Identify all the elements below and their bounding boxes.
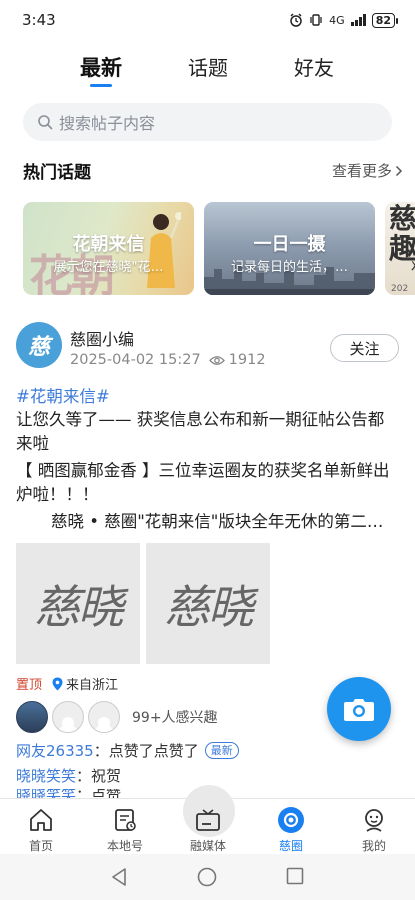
- liker-avatar-1: [16, 701, 48, 733]
- media-icon: [196, 809, 220, 831]
- back-icon[interactable]: [110, 867, 128, 887]
- topic-card-partial-year: 202: [391, 284, 409, 294]
- active-tab-indicator: [90, 84, 112, 87]
- hot-topic-cards: 花朝 花朝来信 展示您在慈晓"花… 一日一摄 记录每日的生活，… 慈趣 戏 20…: [23, 202, 415, 295]
- nav-item-local-account[interactable]: 本地号: [95, 799, 155, 855]
- signal-icon: [350, 14, 366, 26]
- comment-text: 祝贺: [91, 767, 122, 785]
- view-count: 1912: [208, 352, 266, 368]
- post-text-line-2: 【 晒图赢郁金香 】三位幸运圈友的获奖名单新鲜出炉啦！！！: [16, 461, 390, 504]
- pinned-badge: 置顶: [16, 678, 43, 693]
- topic-card-partial-small: 戏: [411, 254, 415, 275]
- new-badge: 最新: [204, 742, 239, 759]
- liker-avatar-2: [52, 701, 84, 733]
- author-avatar[interactable]: 慈: [16, 322, 62, 368]
- topic-card-desc: 记录每日的生活，…: [230, 260, 348, 275]
- local-account-icon: [115, 809, 136, 831]
- nav-item-home[interactable]: 首页: [11, 799, 71, 855]
- topic-card-desc: 展示您在慈晓"花…: [53, 260, 164, 275]
- post-tags-row: 置顶 来自浙江: [16, 674, 118, 693]
- topic-card-title: 花朝来信: [72, 234, 145, 255]
- status-bar: 3:43 4G 82: [0, 0, 415, 40]
- search-icon: [38, 115, 53, 130]
- post-image-2[interactable]: 慈晓: [146, 543, 270, 664]
- vibrate-icon: [310, 14, 322, 26]
- view-count-value: 1912: [228, 352, 266, 368]
- nav-item-circle[interactable]: 慈圈: [261, 799, 321, 855]
- post-text-line-1: 让您久等了—— 获奖信息公布和新一期征帖公告都来啦: [16, 410, 385, 453]
- status-icons: 4G 82: [289, 12, 399, 28]
- location-tag: 来自浙江: [52, 674, 118, 693]
- post-hashtag[interactable]: #花朝来信#: [16, 383, 110, 407]
- post-image-1[interactable]: 慈晓: [16, 543, 140, 664]
- comment-user[interactable]: 网友26335: [16, 742, 94, 760]
- see-more-label: 查看更多: [331, 162, 392, 180]
- nav-label: 慈圈: [278, 839, 303, 853]
- topic-card-title: 一日一摄: [253, 234, 326, 255]
- network-type: 4G: [329, 13, 345, 27]
- post-header: 慈 慈圈小编 2025-04-02 15:27 1912 关注: [16, 322, 399, 372]
- profile-icon: [365, 809, 383, 832]
- eye-icon: [208, 355, 225, 365]
- search-placeholder: 搜索帖子内容: [59, 114, 156, 133]
- post-datetime: 2025-04-02 15:27: [70, 352, 201, 368]
- camera-post-button[interactable]: [327, 677, 391, 741]
- post-meta: 2025-04-02 15:27 1912: [70, 352, 266, 368]
- liker-avatars[interactable]: 99+人感兴趣: [16, 700, 218, 734]
- comment-item[interactable]: 网友26335：点赞了点赞了 最新: [16, 740, 239, 761]
- nav-label: 我的: [361, 839, 386, 853]
- location-pin-icon: [52, 677, 63, 690]
- comment-item[interactable]: 晓晓笑笑：祝贺: [16, 765, 121, 786]
- comment-user[interactable]: 晓晓笑笑: [16, 767, 76, 785]
- tab-topics[interactable]: 话题: [188, 52, 228, 81]
- top-tabs: 最新 话题 好友: [0, 48, 415, 88]
- see-more-link[interactable]: 查看更多: [332, 160, 403, 181]
- status-time: 3:43: [22, 11, 56, 29]
- battery-icon: 82: [371, 12, 399, 28]
- nav-label: 首页: [28, 839, 53, 853]
- hot-topics-header: 热门话题 查看更多: [23, 158, 403, 183]
- circle-icon: [278, 807, 304, 833]
- home-circle-icon[interactable]: [197, 867, 217, 887]
- author-name[interactable]: 慈圈小编: [70, 326, 134, 350]
- comment-text: 点赞了点赞了: [108, 742, 199, 760]
- location-text: 来自浙江: [66, 678, 119, 693]
- topic-card-daily-photo[interactable]: 一日一摄 记录每日的生活，…: [204, 202, 375, 295]
- nav-label: 融媒体: [189, 839, 226, 853]
- follow-button[interactable]: 关注: [330, 334, 399, 362]
- home-icon: [30, 809, 52, 831]
- nav-label: 本地号: [106, 839, 143, 853]
- alarm-icon: [290, 13, 302, 27]
- topic-card-flower-letter[interactable]: 花朝 花朝来信 展示您在慈晓"花…: [23, 202, 194, 295]
- nav-item-media[interactable]: 融媒体: [178, 799, 238, 855]
- interest-count: 99+人感兴趣: [132, 710, 218, 726]
- camera-icon: [344, 699, 374, 721]
- chevron-right-icon: [395, 165, 403, 176]
- search-bar[interactable]: 搜索帖子内容: [23, 103, 392, 141]
- liker-avatar-3: [88, 701, 120, 733]
- system-navigation-bar: [0, 854, 415, 900]
- nav-item-profile[interactable]: 我的: [344, 799, 404, 855]
- post-text-line-3[interactable]: 慈晓 • 慈圈"花朝来信"版块全年无休的第二…: [16, 510, 399, 534]
- recents-icon[interactable]: [286, 867, 304, 885]
- tab-friends[interactable]: 好友: [294, 52, 334, 81]
- bottom-nav: 首页 本地号 融媒体 慈圈 我的: [0, 785, 415, 855]
- hot-topics-title: 热门话题: [23, 163, 91, 183]
- tab-latest[interactable]: 最新: [80, 52, 122, 82]
- topic-card-partial[interactable]: 慈趣 戏 202: [385, 202, 415, 295]
